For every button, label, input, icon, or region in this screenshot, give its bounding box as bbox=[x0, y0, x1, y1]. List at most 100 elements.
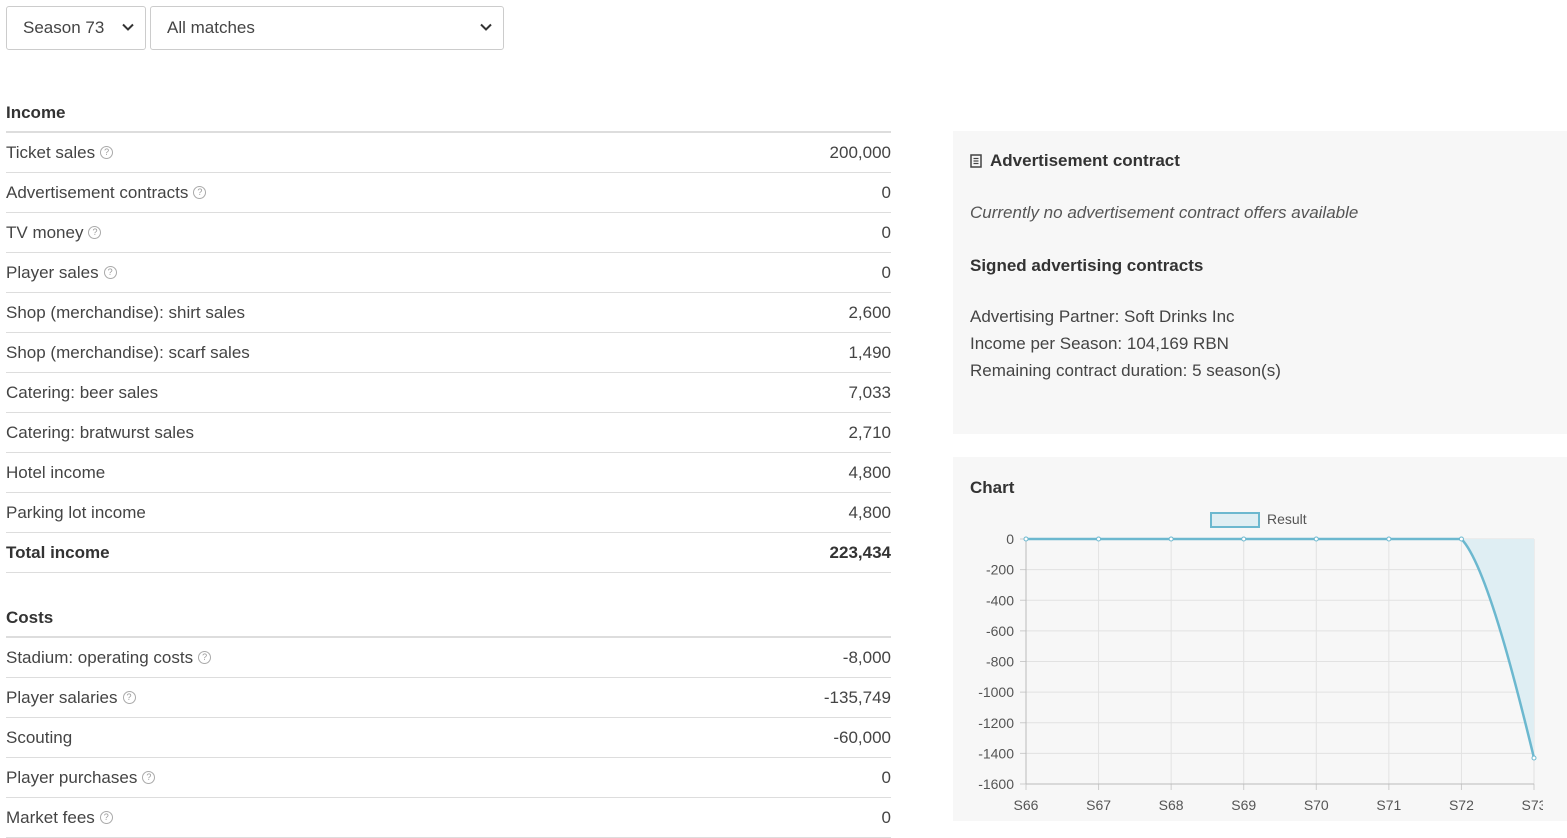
result-chart: 0 -200 -400 -600 -800 -1000 -1200 -1400 -1600S66… bbox=[978, 511, 1543, 813]
advertisement-title-text: Advertisement contract bbox=[990, 151, 1180, 170]
row-label: Hotel income bbox=[6, 463, 105, 483]
help-icon[interactable]: ? bbox=[193, 186, 207, 199]
matches-select-value: All matches bbox=[167, 18, 255, 37]
data-point bbox=[1023, 536, 1029, 542]
season-select-value: Season 73 bbox=[23, 18, 105, 37]
x-tick-label: S71 bbox=[1376, 797, 1401, 813]
chart-panel: Chart 0 -200 -400 -600 -800 -1000 -1200 -1400 -1… bbox=[953, 457, 1567, 821]
y-tick-label: -1600 bbox=[978, 776, 1014, 792]
table-row: Parking lot income 4,800 bbox=[6, 493, 891, 533]
chevron-down-icon bbox=[122, 23, 134, 31]
series-area bbox=[1026, 539, 1534, 758]
costs-table: Costs Stadium: operating costs? -8,000 Pla… bbox=[6, 605, 891, 838]
y-tick-label: -200 bbox=[986, 562, 1014, 578]
table-row: Player purchases? 0 bbox=[6, 758, 891, 798]
y-tick-label: -1400 bbox=[978, 745, 1014, 761]
row-value: 2,710 bbox=[848, 422, 891, 442]
y-tick-label: -800 bbox=[986, 654, 1014, 670]
row-value: -60,000 bbox=[833, 727, 891, 747]
x-tick-label: S68 bbox=[1159, 797, 1184, 813]
table-row: Player salaries? -135,749 bbox=[6, 678, 891, 718]
row-value: 0 bbox=[881, 182, 891, 202]
row-value: 0 bbox=[881, 262, 891, 282]
row-label: Player salaries? bbox=[6, 688, 136, 708]
income-section-title: Income bbox=[6, 100, 891, 133]
x-tick-label: S72 bbox=[1449, 797, 1474, 813]
data-point bbox=[1096, 536, 1102, 542]
row-label: Market fees? bbox=[6, 808, 113, 828]
legend-label: Result bbox=[1267, 511, 1307, 527]
row-label: Stadium: operating costs? bbox=[6, 647, 212, 668]
table-row: Ticket sales? 200,000 bbox=[6, 133, 891, 173]
row-label: Ticket sales? bbox=[6, 142, 114, 163]
table-row: Hotel income 4,800 bbox=[6, 453, 891, 493]
row-value: 2,600 bbox=[848, 302, 891, 322]
help-icon[interactable]: ? bbox=[122, 691, 136, 704]
chart-title: Chart bbox=[970, 478, 1015, 497]
table-row: Shop (merchandise): shirt sales 2,600 bbox=[6, 293, 891, 333]
row-label-text: Catering: bratwurst sales bbox=[6, 422, 195, 442]
total-income-label: Total income bbox=[6, 542, 110, 562]
legend-swatch bbox=[1210, 512, 1260, 528]
data-point bbox=[1458, 536, 1464, 542]
data-point bbox=[1168, 536, 1174, 542]
row-value: 200,000 bbox=[829, 142, 891, 162]
row-value: -8,000 bbox=[842, 647, 891, 667]
help-icon[interactable]: ? bbox=[88, 226, 102, 239]
help-icon[interactable]: ? bbox=[142, 771, 156, 784]
table-row: TV money? 0 bbox=[6, 213, 891, 253]
table-row: Market fees? 0 bbox=[6, 798, 891, 838]
data-point bbox=[1386, 536, 1392, 542]
row-label: Player purchases? bbox=[6, 767, 156, 788]
row-label: Shop (merchandise): shirt sales bbox=[6, 303, 245, 323]
table-row: Scouting -60,000 bbox=[6, 718, 891, 758]
data-point bbox=[1531, 755, 1537, 761]
row-label-text: Ticket sales bbox=[6, 142, 96, 162]
document-icon bbox=[970, 154, 982, 168]
row-label: Parking lot income bbox=[6, 503, 146, 523]
y-tick-label: -600 bbox=[986, 623, 1014, 639]
row-label-text: Player purchases bbox=[6, 767, 138, 787]
total-income-value: 223,434 bbox=[829, 542, 891, 562]
row-label: Scouting bbox=[6, 728, 72, 748]
x-tick-label: S69 bbox=[1231, 797, 1256, 813]
y-tick-label: -1200 bbox=[978, 715, 1014, 731]
signed-contracts-title: Signed advertising contracts bbox=[970, 256, 1204, 275]
row-label: TV money? bbox=[6, 223, 102, 243]
x-tick-label: S67 bbox=[1086, 797, 1111, 813]
row-label-text: Shop (merchandise): scarf sales bbox=[6, 342, 250, 362]
row-label-text: Player salaries bbox=[6, 687, 118, 707]
row-label-text: Player sales bbox=[6, 262, 99, 282]
income-per-season-text: Income per Season: 104,169 RBN bbox=[970, 334, 1229, 353]
row-value: 7,033 bbox=[848, 382, 891, 402]
help-icon[interactable]: ? bbox=[103, 266, 117, 279]
help-icon[interactable]: ? bbox=[99, 811, 113, 824]
row-value: 0 bbox=[881, 807, 891, 827]
row-label-text: Hotel income bbox=[6, 462, 106, 482]
row-label-text: Parking lot income bbox=[6, 502, 146, 522]
no-offers-text: Currently no advertisement contract offe… bbox=[970, 203, 1359, 222]
data-point bbox=[1313, 536, 1319, 542]
matches-select[interactable]: All matches bbox=[150, 6, 504, 50]
row-value: 1,490 bbox=[848, 342, 891, 362]
row-value: 0 bbox=[881, 222, 891, 242]
partner-text: Advertising Partner: Soft Drinks Inc bbox=[970, 307, 1235, 326]
y-tick-label: -1000 bbox=[978, 684, 1014, 700]
row-label-text: Market fees bbox=[6, 807, 95, 827]
y-tick-label: -400 bbox=[986, 592, 1014, 608]
row-label-text: Stadium: operating costs bbox=[6, 647, 194, 667]
row-value: 4,800 bbox=[848, 502, 891, 522]
x-tick-label: S66 bbox=[1014, 797, 1039, 813]
help-icon[interactable]: ? bbox=[100, 146, 114, 159]
season-select[interactable]: Season 73 bbox=[6, 6, 146, 50]
row-label: Advertisement contracts? bbox=[6, 183, 207, 203]
x-tick-label: S73 bbox=[1522, 797, 1543, 813]
table-row: Catering: beer sales 7,033 bbox=[6, 373, 891, 413]
table-row: Stadium: operating costs? -8,000 bbox=[6, 638, 891, 678]
row-label-text: Scouting bbox=[6, 727, 73, 747]
contract-duration-text: Remaining contract duration: 5 season(s) bbox=[970, 361, 1281, 380]
row-value: 0 bbox=[881, 767, 891, 787]
row-value: 4,800 bbox=[848, 462, 891, 482]
table-row: Advertisement contracts? 0 bbox=[6, 173, 891, 213]
help-icon[interactable]: ? bbox=[198, 651, 212, 664]
